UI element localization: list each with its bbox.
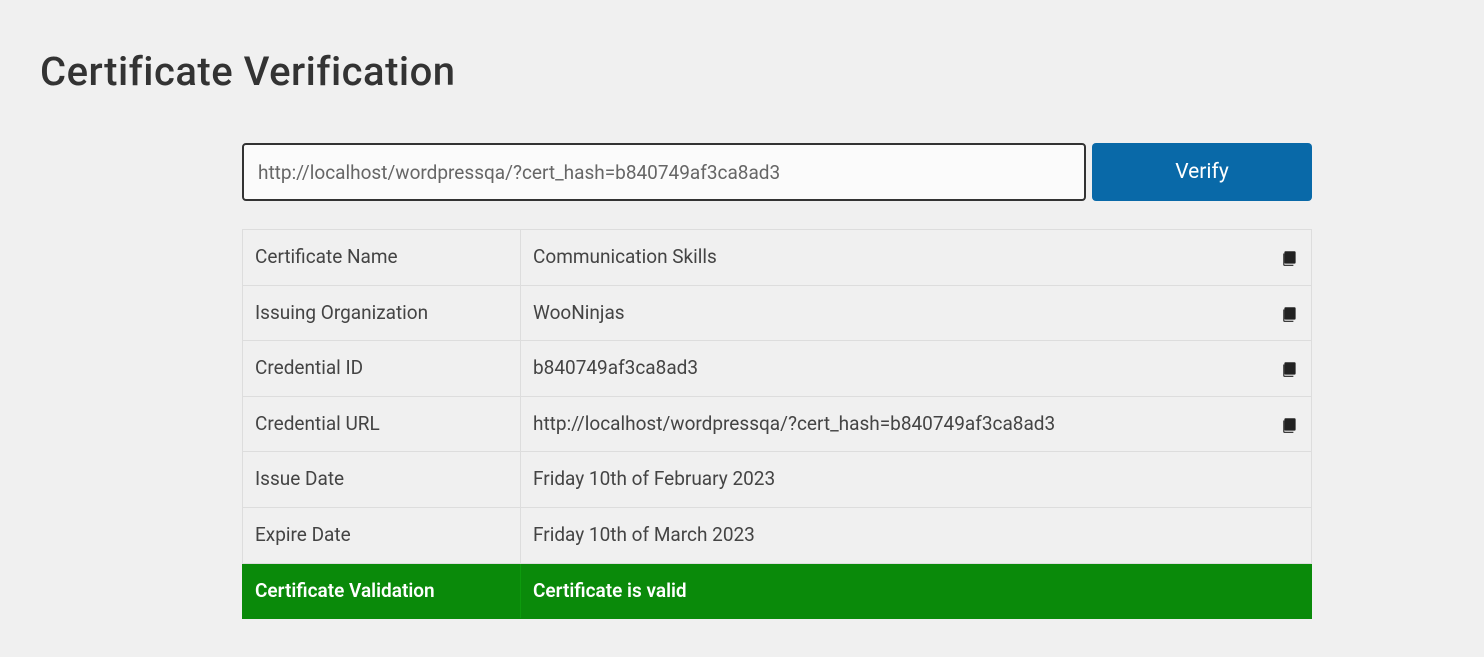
row-value: http://localhost/wordpressqa/?cert_hash=… [533,412,1055,435]
certificate-table: Certificate Name Communication Skills Is… [242,229,1312,619]
table-row: Expire Date Friday 10th of March 2023 [243,507,1312,563]
row-value-cell: Friday 10th of February 2023 [521,452,1312,508]
table-row: Credential URL http://localhost/wordpres… [243,396,1312,452]
row-value: Friday 10th of March 2023 [533,523,755,546]
validation-value: Certificate is valid [521,563,1312,619]
search-row: Verify [242,143,1312,201]
row-value-cell: Communication Skills [521,230,1312,286]
row-value-cell: WooNinjas [521,285,1312,341]
table-row: Credential ID b840749af3ca8ad3 [243,341,1312,397]
row-value-cell: http://localhost/wordpressqa/?cert_hash=… [521,396,1312,452]
row-label: Certificate Name [243,230,521,286]
validation-row: Certificate Validation Certificate is va… [243,563,1312,619]
row-label: Issue Date [243,452,521,508]
table-row: Certificate Name Communication Skills [243,230,1312,286]
row-value: WooNinjas [533,301,625,324]
row-label: Issuing Organization [243,285,521,341]
row-value-cell: Friday 10th of March 2023 [521,507,1312,563]
page-title: Certificate Verification [0,0,1484,95]
table-row: Issuing Organization WooNinjas [243,285,1312,341]
row-value-cell: b840749af3ca8ad3 [521,341,1312,397]
verify-button[interactable]: Verify [1092,143,1312,201]
table-row: Issue Date Friday 10th of February 2023 [243,452,1312,508]
content-area: Verify Certificate Name Communication Sk… [0,95,1312,619]
copy-icon[interactable] [1281,304,1299,322]
cert-url-input[interactable] [242,143,1086,201]
row-value: Communication Skills [533,245,717,268]
row-label: Expire Date [243,507,521,563]
copy-icon[interactable] [1281,248,1299,266]
row-label: Credential ID [243,341,521,397]
row-value: b840749af3ca8ad3 [533,356,698,379]
row-value: Friday 10th of February 2023 [533,467,775,490]
copy-icon[interactable] [1281,359,1299,377]
validation-label: Certificate Validation [243,563,521,619]
copy-icon[interactable] [1281,415,1299,433]
row-label: Credential URL [243,396,521,452]
